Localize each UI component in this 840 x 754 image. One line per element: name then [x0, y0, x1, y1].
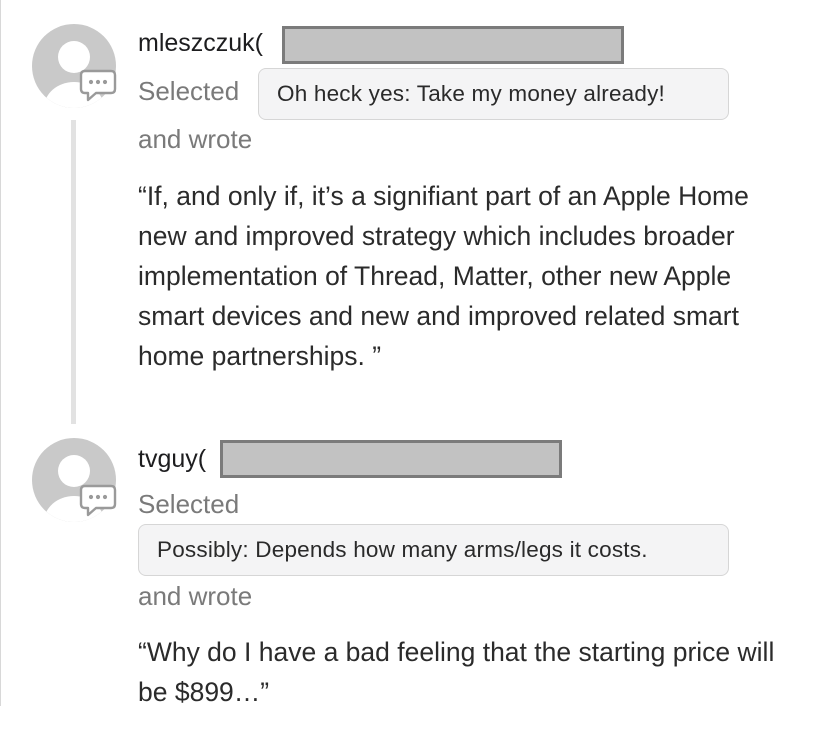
comment-bubble-icon	[79, 484, 117, 518]
selected-label: Selected	[138, 76, 240, 106]
poll-choice-badge: Oh heck yes: Take my money already!	[258, 68, 729, 120]
wrote-label: and wrote	[138, 581, 253, 611]
redacted-email	[282, 26, 624, 64]
comment-text: “If, and only if, it’s a signifiant part…	[138, 181, 749, 371]
comment-text: “Why do I have a bad feeling that the st…	[138, 637, 775, 707]
poll-choice-badge: Possibly: Depends how many arms/legs it …	[138, 524, 729, 576]
username[interactable]: tvguy(	[138, 445, 206, 474]
redacted-email	[220, 440, 562, 478]
comment-bubble-icon	[79, 69, 117, 103]
selected-label: Selected	[138, 489, 240, 519]
username[interactable]: mleszczuk(	[138, 29, 263, 58]
wrote-label: and wrote	[138, 124, 253, 154]
thread-connector-line	[71, 120, 76, 424]
left-border	[0, 0, 1, 706]
